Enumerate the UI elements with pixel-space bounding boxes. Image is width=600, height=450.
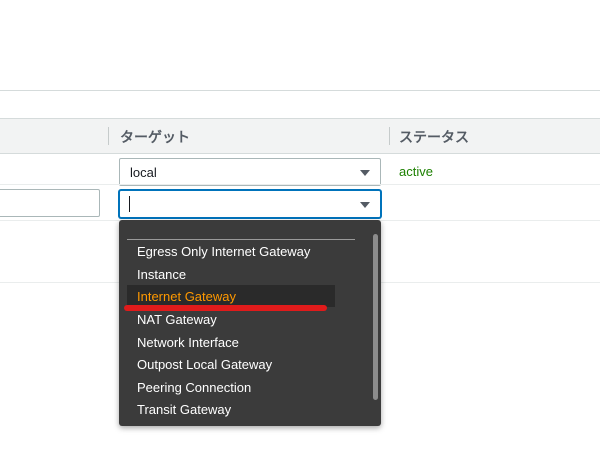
column-header-target[interactable]: ターゲット: [120, 127, 190, 147]
dropdown-option-outpost-local-gateway[interactable]: Outpost Local Gateway: [119, 353, 369, 375]
destination-input[interactable]: [0, 189, 100, 217]
column-separator[interactable]: [108, 127, 109, 145]
target-dropdown-menu[interactable]: Egress Only Internet Gateway Instance In…: [119, 220, 381, 426]
top-divider: [0, 90, 600, 91]
table-header: ターゲット ステータス: [0, 118, 600, 154]
annotation-underline: [124, 305, 327, 311]
column-separator[interactable]: [389, 127, 390, 145]
dropdown-option-internet-gateway[interactable]: Internet Gateway: [127, 285, 335, 307]
chevron-down-icon[interactable]: [360, 170, 370, 176]
dropdown-option-nat-gateway[interactable]: NAT Gateway: [119, 308, 369, 330]
text-cursor: [129, 196, 130, 212]
dropdown-option-egress-only-internet-gateway[interactable]: Egress Only Internet Gateway: [119, 240, 369, 262]
dropdown-option-transit-gateway[interactable]: Transit Gateway: [119, 398, 369, 420]
dropdown-option-network-interface[interactable]: Network Interface: [119, 331, 369, 353]
target-select-active[interactable]: [119, 190, 381, 218]
column-header-status[interactable]: ステータス: [399, 127, 469, 147]
status-badge: active: [399, 164, 433, 179]
dropdown-scrollbar[interactable]: [373, 234, 378, 400]
dropdown-option-instance[interactable]: Instance: [119, 263, 369, 285]
dropdown-option-peering-connection[interactable]: Peering Connection: [119, 376, 369, 398]
chevron-down-icon[interactable]: [360, 202, 370, 208]
target-select-value: local: [130, 165, 157, 180]
row-divider: [0, 184, 600, 185]
target-select[interactable]: local: [119, 158, 381, 186]
